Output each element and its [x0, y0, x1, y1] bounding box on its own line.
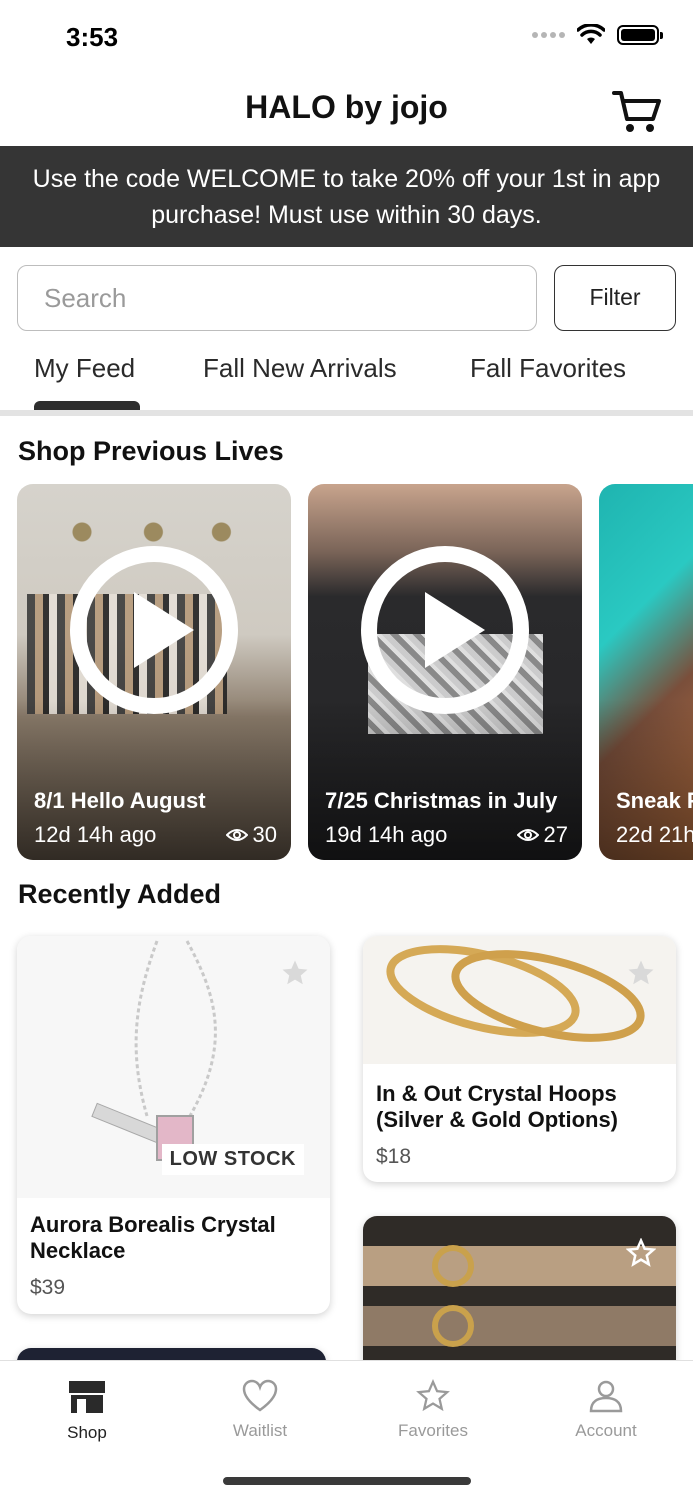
heart-icon	[242, 1379, 278, 1412]
signal-icon	[532, 32, 565, 38]
product-image	[363, 936, 676, 1064]
live-card[interactable]: 7/25 Christmas in July 19d 14h ago 27	[308, 484, 582, 860]
view-count: 30	[252, 822, 277, 847]
view-count: 27	[543, 822, 568, 847]
favorite-star-icon[interactable]	[626, 958, 656, 988]
promo-text: Use the code WELCOME to take 20% off you…	[32, 165, 661, 229]
battery-icon	[617, 25, 663, 45]
play-icon[interactable]	[361, 546, 529, 714]
live-title: 7/25 Christmas in July	[325, 788, 558, 813]
tab-my-feed[interactable]: My Feed	[34, 353, 135, 384]
favorite-star-icon[interactable]	[626, 1238, 656, 1268]
live-time-ago: 22d 21h	[616, 822, 693, 847]
status-bar: 3:53	[0, 0, 693, 75]
live-views: 27	[516, 822, 568, 848]
filter-button[interactable]: Filter	[554, 265, 676, 331]
category-tabs: My Feed Fall New Arrivals Fall Favorites	[0, 345, 693, 417]
section-title-recent: Recently Added	[18, 879, 222, 909]
eye-icon	[225, 829, 248, 841]
home-indicator	[223, 1477, 471, 1485]
status-time: 3:53	[66, 22, 119, 52]
tab-shop[interactable]: Shop	[17, 1379, 157, 1443]
live-views: 30	[225, 822, 277, 848]
search-input[interactable]: Search	[17, 265, 537, 331]
product-card[interactable]: LOW STOCK Aurora Borealis Crystal Neckla…	[17, 936, 330, 1314]
store-icon	[69, 1381, 105, 1413]
tab-fall-new-arrivals[interactable]: Fall New Arrivals	[203, 353, 397, 384]
live-time-ago: 12d 14h ago	[34, 822, 157, 847]
play-icon[interactable]	[70, 546, 238, 714]
product-price: $18	[376, 1145, 412, 1168]
live-title: Sneak P 7/22	[616, 788, 693, 813]
live-time-ago: 19d 14h ago	[325, 822, 448, 847]
page-title: HALO by jojo	[245, 89, 448, 125]
tab-label: Favorites	[398, 1421, 468, 1440]
cart-icon	[612, 91, 661, 132]
tab-label: Waitlist	[232, 1421, 288, 1440]
section-title-lives: Shop Previous Lives	[18, 436, 284, 466]
tab-label: Account	[575, 1421, 637, 1440]
product-price: $39	[30, 1276, 66, 1299]
product-name: Aurora Borealis Crystal Necklace	[30, 1212, 276, 1263]
divider	[0, 410, 693, 416]
live-title: 8/1 Hello August	[34, 788, 206, 813]
status-icons	[532, 24, 663, 46]
product-card[interactable]	[363, 1216, 676, 1376]
star-icon	[416, 1379, 450, 1412]
tab-label: Shop	[67, 1423, 107, 1442]
person-icon	[589, 1380, 623, 1413]
product-name: In & Out Crystal Hoops (Silver & Gold Op…	[376, 1081, 619, 1132]
tab-account[interactable]: Account	[536, 1379, 676, 1441]
app-header: HALO by jojo	[0, 75, 693, 145]
low-stock-badge: LOW STOCK	[161, 1144, 304, 1175]
lamps-image	[65, 514, 235, 544]
eye-icon	[516, 829, 539, 841]
tab-favorites[interactable]: Favorites	[363, 1379, 503, 1441]
tab-fall-favorites[interactable]: Fall Favorites	[470, 353, 626, 384]
search-placeholder: Search	[44, 283, 127, 313]
favorite-star-icon[interactable]	[280, 958, 310, 988]
live-card[interactable]: Sneak P 7/22 22d 21h	[599, 484, 693, 860]
promo-banner: Use the code WELCOME to take 20% off you…	[0, 146, 693, 247]
cart-button[interactable]	[611, 85, 663, 137]
wifi-icon	[577, 24, 605, 44]
live-card[interactable]: 8/1 Hello August 12d 14h ago 30	[17, 484, 291, 860]
tab-waitlist[interactable]: Waitlist	[190, 1379, 330, 1441]
product-card[interactable]: In & Out Crystal Hoops (Silver & Gold Op…	[363, 936, 676, 1182]
